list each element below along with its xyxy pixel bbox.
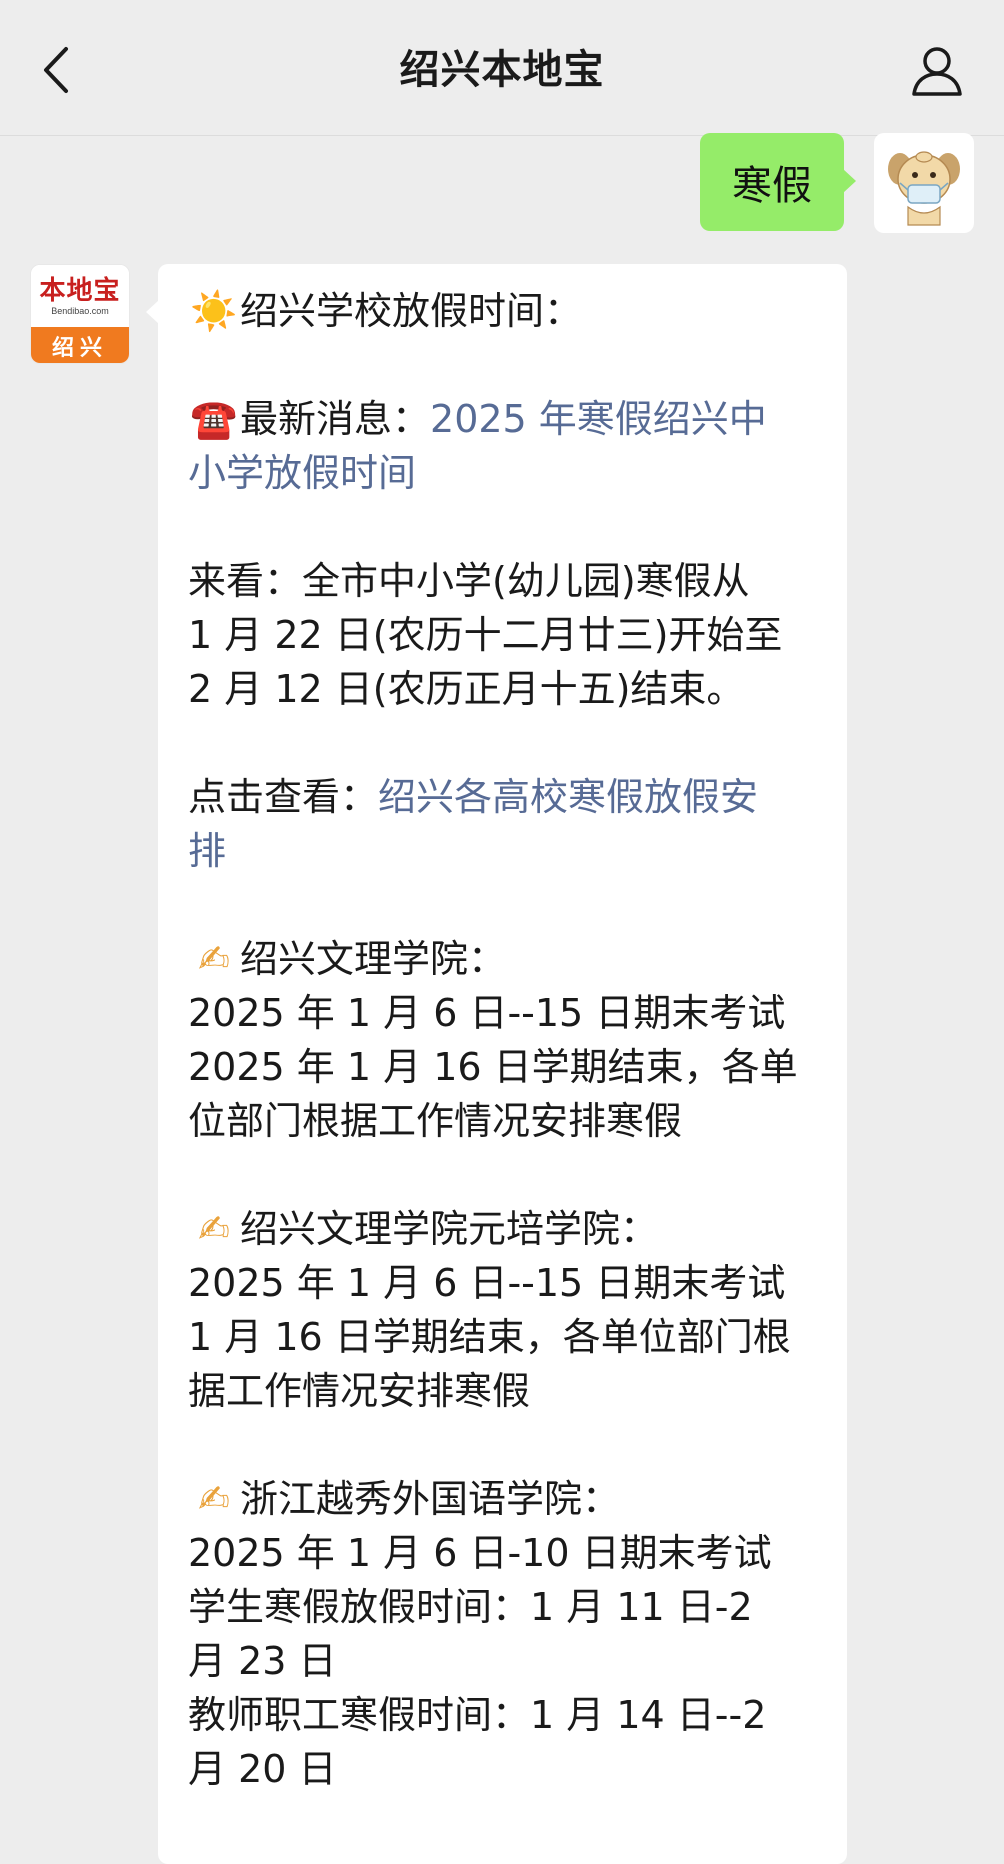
bendibao-logo: 本地宝 Bendibao.com — [31, 265, 129, 327]
school-detail-line: 位部门根据工作情况安排寒假 — [188, 1099, 683, 1143]
chat-header: 绍兴本地宝 — [0, 0, 1004, 136]
heading-paragraph: ☀️绍兴学校放假时间： — [188, 284, 817, 338]
school-paragraph: ✍ 浙江越秀外国语学院： 2025 年 1 月 6 日-10 日期末考试 学生寒假… — [188, 1472, 817, 1796]
school-detail-line: 学生寒假放假时间：1 月 11 日-2 — [188, 1585, 753, 1629]
school-detail-line: 月 23 日 — [188, 1639, 337, 1683]
writing-hand-icon: ✍ — [198, 1207, 230, 1251]
writing-hand-icon: ✍ — [198, 1477, 230, 1521]
school-detail-line: 2025 年 1 月 16 日学期结束，各单 — [188, 1045, 798, 1089]
user-avatar[interactable] — [874, 133, 974, 233]
latest-label: 最新消息： — [240, 397, 431, 441]
school-detail-line: 2025 年 1 月 6 日-10 日期末考试 — [188, 1531, 772, 1575]
overview-paragraph: 来看：全市中小学(幼儿园)寒假从 1 月 22 日(农历十二月廿三)开始至 2 … — [188, 554, 817, 716]
latest-news-link-cont[interactable]: 小学放假时间 — [188, 446, 817, 500]
school-detail-line: 1 月 16 日学期结束，各单位部门根 — [188, 1315, 791, 1359]
outgoing-message-bubble[interactable]: 寒假 — [700, 133, 856, 231]
latest-news-link[interactable]: 2025 年寒假绍兴中 — [430, 397, 767, 441]
school-detail-line: 据工作情况安排寒假 — [188, 1369, 531, 1413]
profile-button[interactable] — [906, 40, 968, 102]
school-paragraph: ✍ 绍兴文理学院： 2025 年 1 月 6 日--15 日期末考试 2025 年… — [188, 932, 817, 1148]
school-detail-line: 2025 年 1 月 6 日--15 日期末考试 — [188, 991, 786, 1035]
school-name: 绍兴文理学院： — [240, 937, 507, 981]
click-label: 点击查看： — [188, 775, 379, 819]
overview-line: 1 月 22 日(农历十二月廿三)开始至 — [188, 613, 783, 657]
university-schedule-link[interactable]: 绍兴各高校寒假放假安 — [378, 775, 758, 819]
school-name: 浙江越秀外国语学院： — [240, 1477, 621, 1521]
latest-news-paragraph: ☎️最新消息：2025 年寒假绍兴中 小学放假时间 — [188, 392, 817, 500]
person-icon — [912, 47, 962, 96]
outgoing-message-text: 寒假 — [732, 163, 812, 209]
writing-hand-icon: ✍ — [198, 937, 230, 981]
dog-mask-avatar-icon — [888, 151, 960, 226]
phone-icon: ☎️ — [190, 397, 238, 441]
school-detail-line: 月 20 日 — [188, 1747, 337, 1791]
bendibao-avatar[interactable]: 本地宝 Bendibao.com 绍兴 — [30, 264, 130, 364]
sun-icon: ☀️ — [190, 289, 238, 333]
school-detail-line: 2025 年 1 月 6 日--15 日期末考试 — [188, 1261, 786, 1305]
university-schedule-link-cont[interactable]: 排 — [188, 824, 817, 878]
bendibao-city-label: 绍兴 — [31, 327, 129, 363]
outgoing-message-row: 寒假 — [700, 133, 974, 233]
school-paragraph: ✍ 绍兴文理学院元培学院： 2025 年 1 月 6 日--15 日期末考试 1 … — [188, 1202, 817, 1418]
overview-line: 2 月 12 日(农历正月十五)结束。 — [188, 667, 745, 711]
overview-line: 来看：全市中小学(幼儿园)寒假从 — [188, 559, 750, 603]
heading-text: 绍兴学校放假时间： — [240, 289, 583, 333]
school-name: 绍兴文理学院元培学院： — [240, 1207, 659, 1251]
incoming-message-bubble[interactable]: ☀️绍兴学校放假时间： ☎️最新消息：2025 年寒假绍兴中 小学放假时间 来看… — [146, 264, 847, 1864]
school-detail-line: 教师职工寒假时间：1 月 14 日--2 — [188, 1693, 767, 1737]
click-paragraph: 点击查看：绍兴各高校寒假放假安 排 — [188, 770, 817, 878]
chat-title: 绍兴本地宝 — [399, 47, 605, 93]
